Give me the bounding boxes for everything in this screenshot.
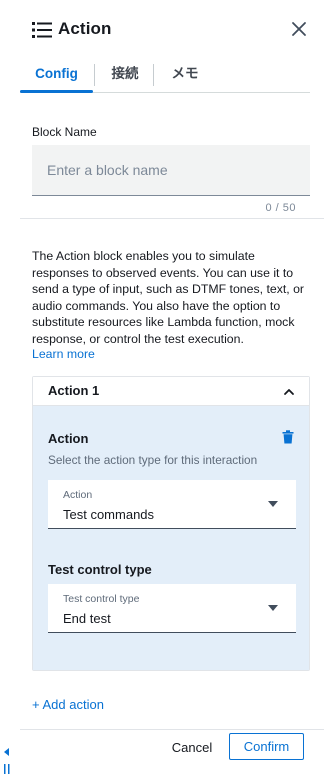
add-action-link[interactable]: + Add action bbox=[32, 697, 104, 712]
learn-more-link[interactable]: Learn more bbox=[32, 347, 95, 361]
collapse-panel-handle-icon[interactable] bbox=[2, 747, 12, 775]
block-name-label: Block Name bbox=[32, 125, 97, 139]
confirm-button[interactable]: Confirm bbox=[229, 733, 304, 760]
action-card-body: Action Select the action type for this i… bbox=[33, 406, 309, 670]
action-card-title: Action 1 bbox=[48, 383, 100, 398]
block-name-input[interactable] bbox=[32, 145, 310, 196]
section-divider bbox=[20, 218, 324, 219]
panel-header: Action bbox=[0, 0, 336, 62]
tab-connections[interactable]: 接続 bbox=[100, 56, 150, 92]
char-count: 0 / 50 bbox=[265, 202, 296, 214]
action-type-select-label: Action bbox=[63, 489, 93, 501]
tab-divider bbox=[94, 64, 95, 86]
chevron-up-icon bbox=[283, 385, 295, 397]
tab-config[interactable]: Config bbox=[20, 56, 93, 92]
test-control-type-select-label: Test control type bbox=[63, 593, 140, 605]
list-icon bbox=[32, 20, 52, 40]
action-type-description: Select the action type for this interact… bbox=[48, 453, 258, 467]
panel-title: Action bbox=[58, 19, 112, 38]
action-card-header[interactable]: Action 1 bbox=[33, 377, 309, 406]
action-type-select-value: Test commands bbox=[63, 507, 155, 522]
test-control-type-select[interactable]: Test control type End test bbox=[48, 584, 296, 633]
cancel-button[interactable]: Cancel bbox=[164, 734, 220, 760]
action-card: Action 1 Action Select the action type f… bbox=[32, 376, 310, 671]
caret-down-icon bbox=[268, 605, 278, 611]
tab-divider bbox=[153, 64, 154, 86]
caret-down-icon bbox=[268, 501, 278, 507]
trash-icon[interactable] bbox=[282, 430, 294, 444]
close-icon[interactable] bbox=[288, 18, 310, 40]
action-type-select[interactable]: Action Test commands bbox=[48, 480, 296, 529]
footer-divider bbox=[20, 729, 324, 730]
test-control-type-select-value: End test bbox=[63, 611, 111, 626]
action-block-description: The Action block enables you to simulate… bbox=[32, 249, 305, 346]
active-tab-indicator bbox=[20, 90, 93, 93]
tab-bar: Config 接続 メモ bbox=[20, 56, 310, 93]
action-type-heading: Action bbox=[48, 431, 89, 446]
tab-notes[interactable]: メモ bbox=[160, 56, 210, 92]
test-control-type-heading: Test control type bbox=[48, 562, 152, 577]
